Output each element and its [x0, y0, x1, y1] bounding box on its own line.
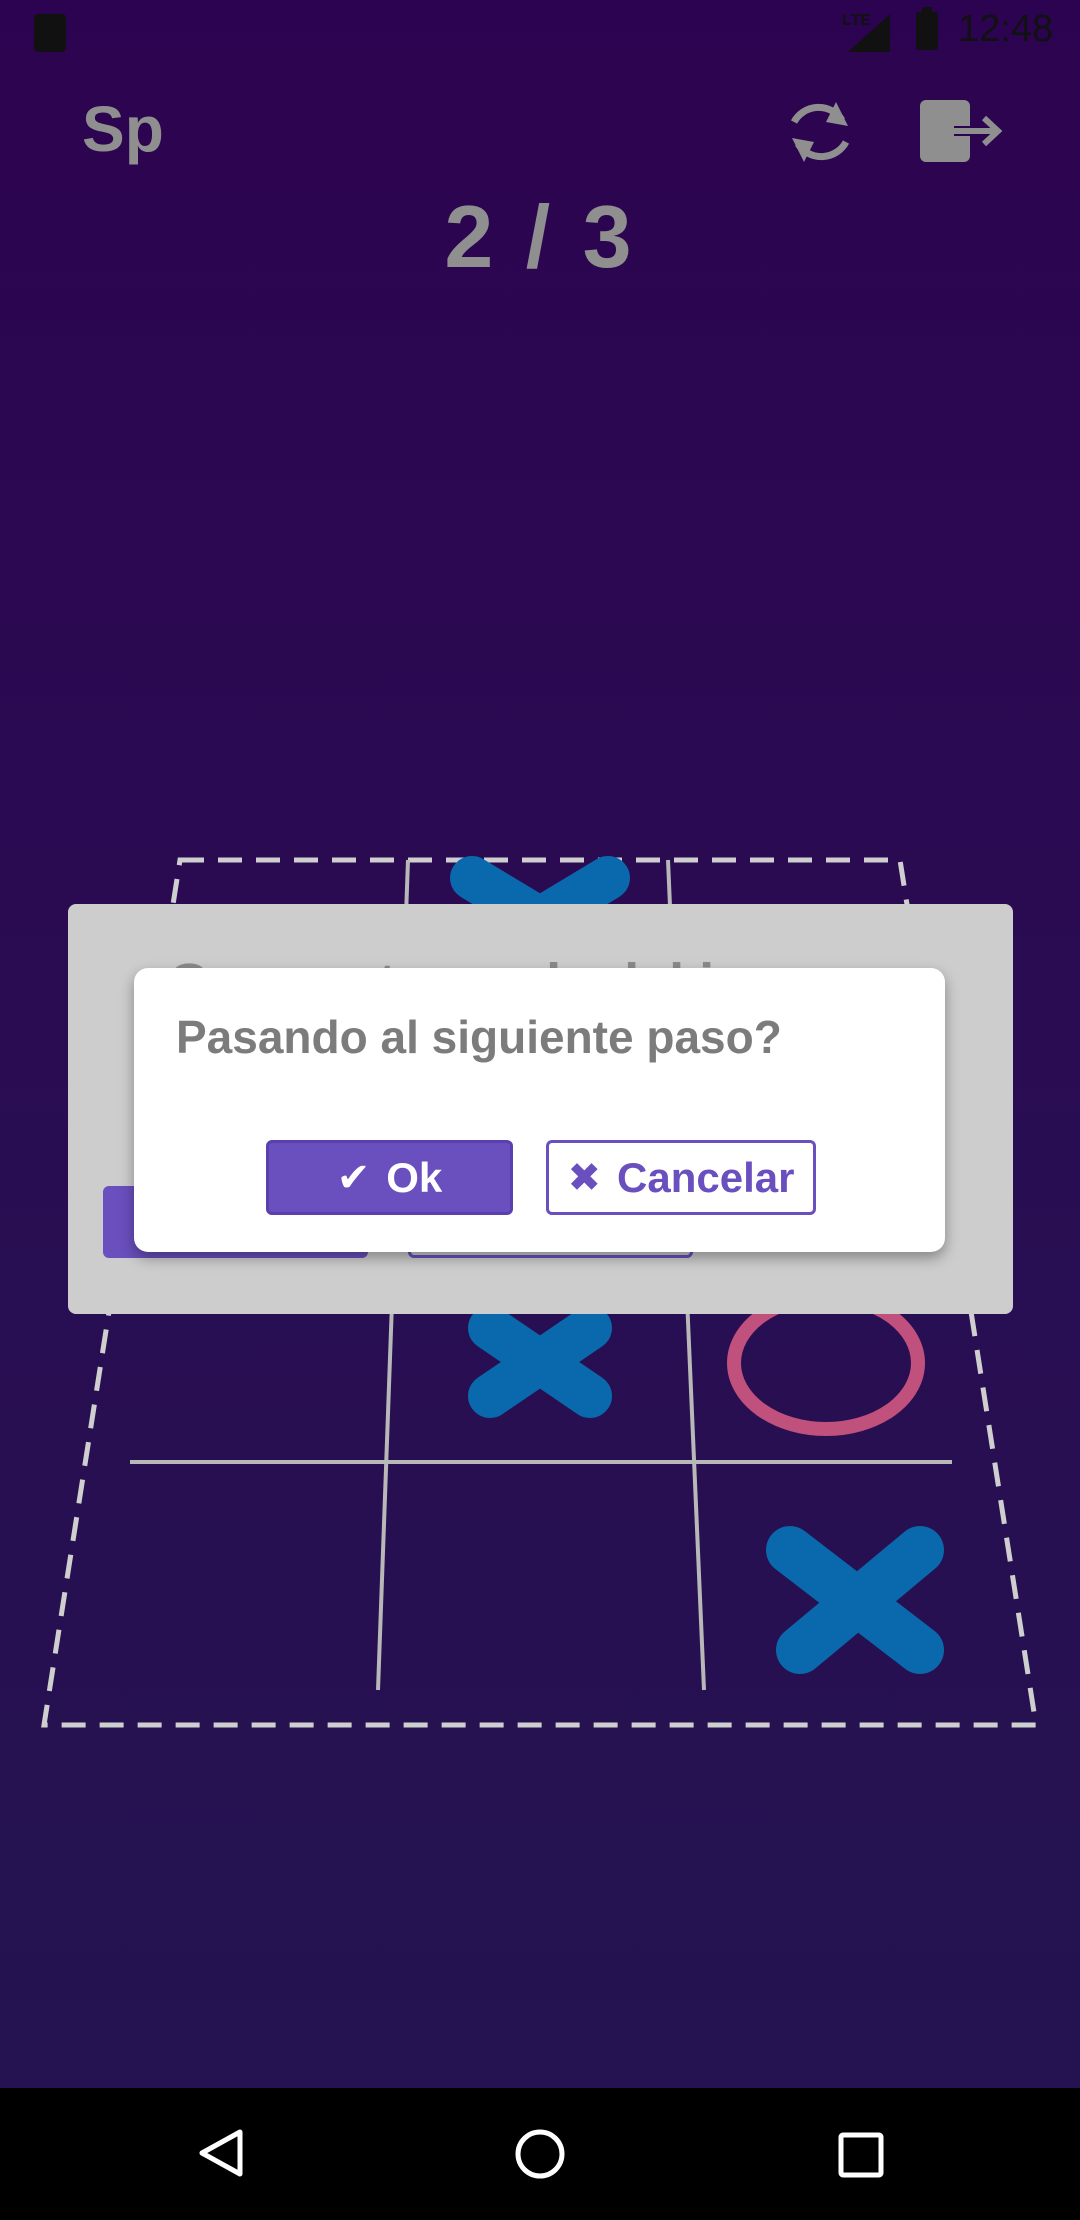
- back-icon[interactable]: [196, 2128, 246, 2178]
- ok-button[interactable]: ✔ Ok: [266, 1140, 513, 1215]
- close-icon: ✖: [567, 1155, 602, 1200]
- battery-charging-icon: [916, 7, 938, 50]
- status-time: 12:48: [958, 8, 1054, 50]
- cancel-button[interactable]: ✖ Cancelar: [546, 1140, 816, 1215]
- ok-label: Ok: [386, 1153, 443, 1201]
- confirm-message: Pasando al siguiente paso?: [176, 1011, 782, 1063]
- navigation-bar: [0, 2088, 1080, 2220]
- exit-button[interactable]: [918, 96, 1006, 168]
- round-score: 2 / 3: [444, 187, 636, 286]
- cancel-label: Cancelar: [617, 1153, 795, 1201]
- o-mark: [727, 1290, 925, 1436]
- check-icon: ✔: [336, 1155, 371, 1200]
- recents-icon[interactable]: [838, 2132, 884, 2178]
- refresh-button[interactable]: [780, 92, 860, 172]
- x-mark: [468, 1306, 612, 1418]
- sd-card-icon: [34, 14, 66, 52]
- home-icon[interactable]: [514, 2128, 566, 2180]
- x-mark: [766, 1526, 944, 1674]
- app-title: Sp: [82, 93, 164, 165]
- confirm-dialog: Pasando al siguiente paso? ✔ Ok ✖ Cancel…: [134, 968, 945, 1252]
- status-bar: LTE 12:48: [0, 0, 1080, 66]
- exit-icon: [920, 100, 1003, 162]
- signal-icon: [848, 14, 890, 52]
- refresh-icon: [790, 102, 850, 162]
